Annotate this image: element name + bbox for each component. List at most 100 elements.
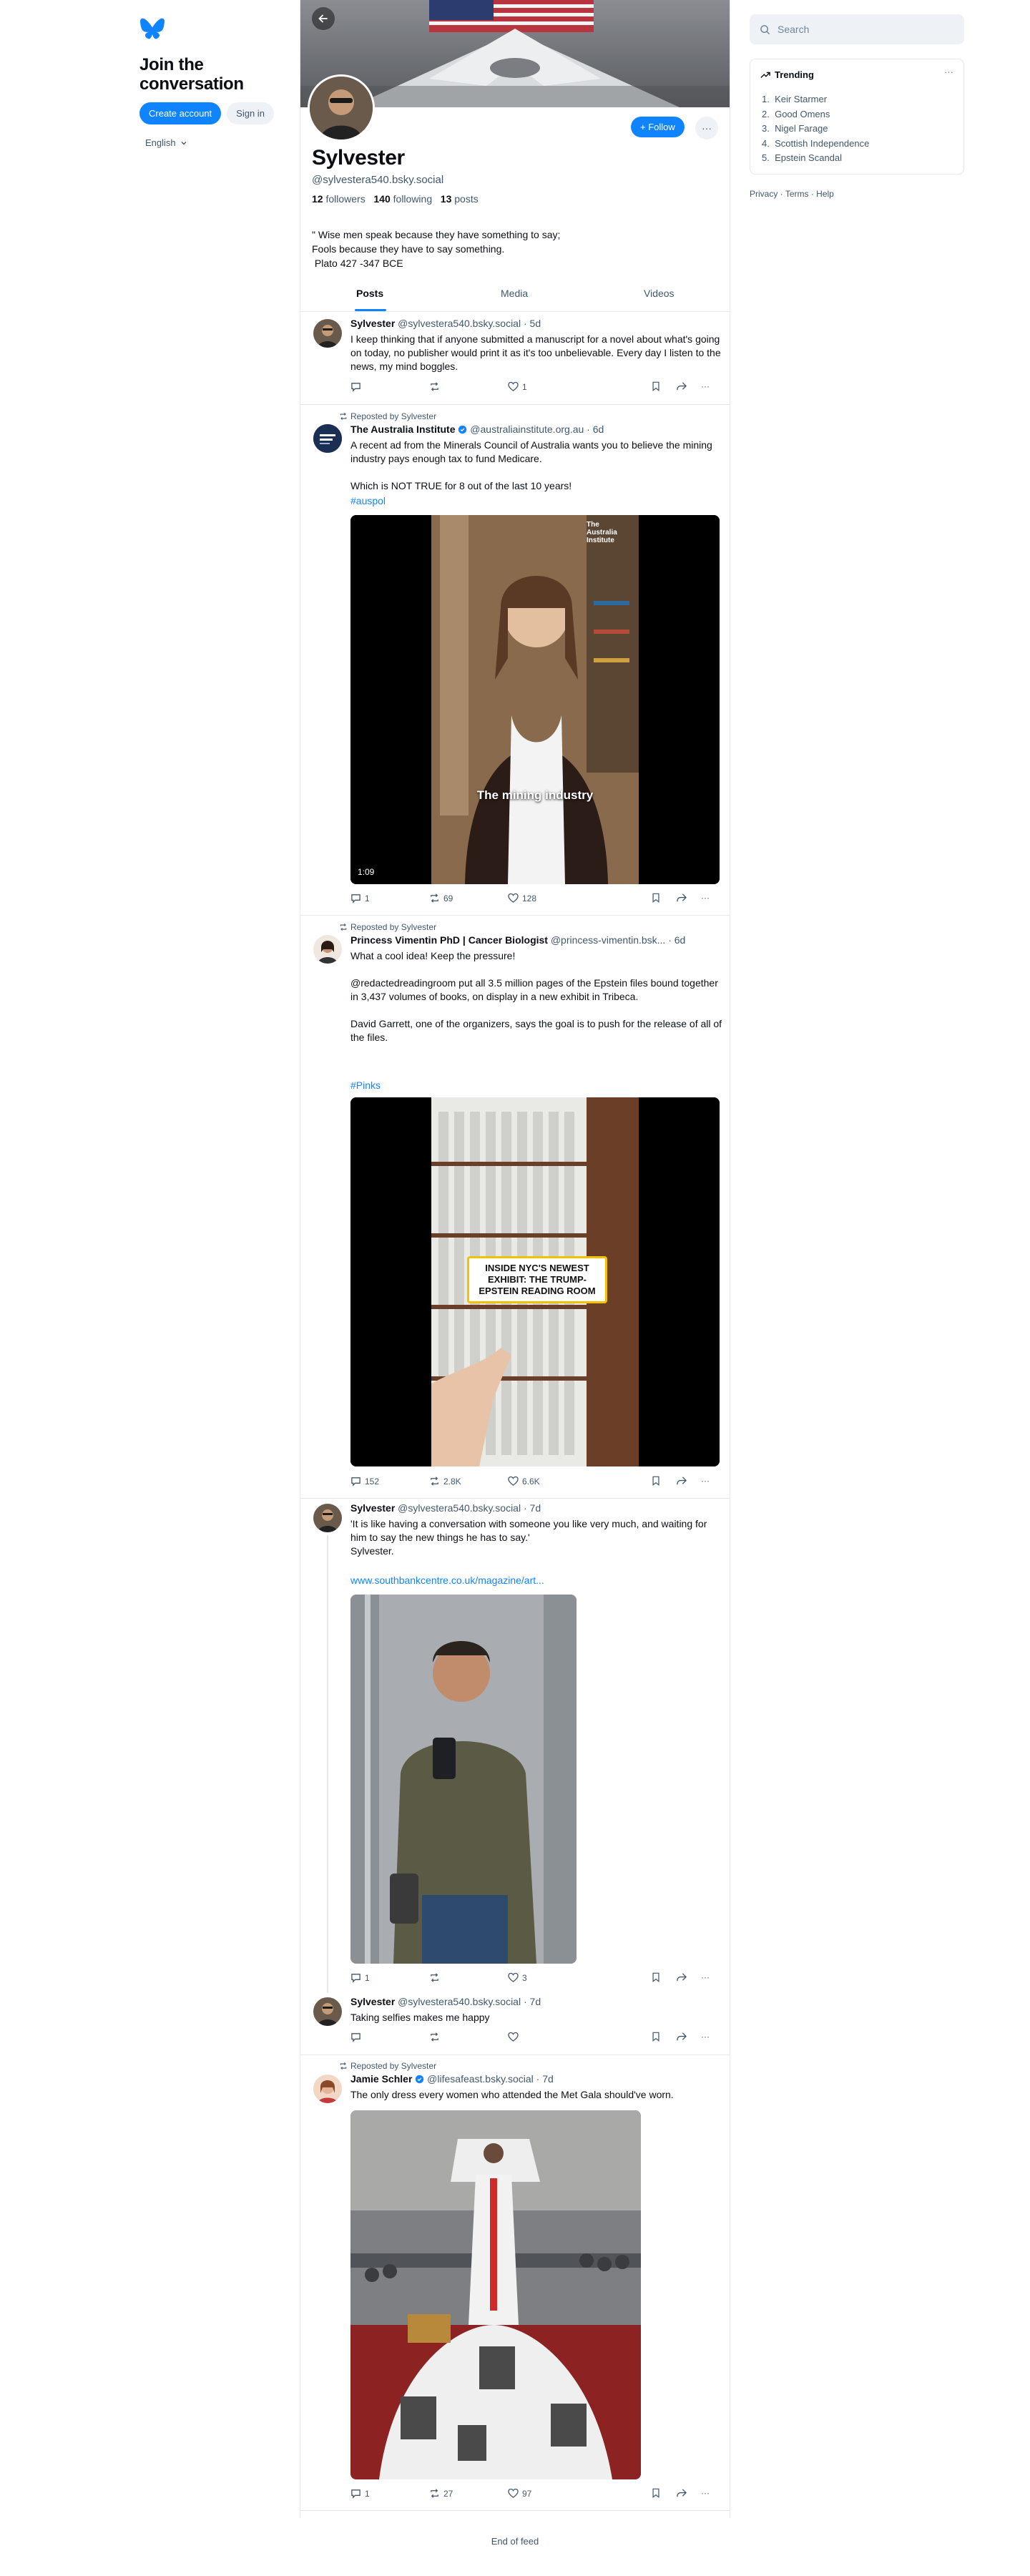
trending-item[interactable]: 2. Good Omens	[762, 107, 869, 122]
profile-avatar[interactable]	[308, 74, 375, 142]
post-more-button[interactable]: ···	[701, 1476, 710, 1486]
post-handle[interactable]: @australiainstitute.org.au	[470, 423, 584, 435]
search-input[interactable]: Search	[750, 14, 964, 44]
share-button[interactable]	[676, 2032, 687, 2042]
avatar[interactable]	[313, 935, 342, 964]
post-handle[interactable]: @sylvestera540.bsky.social	[398, 1996, 521, 2007]
like-button[interactable]	[508, 2032, 522, 2042]
video-player[interactable]: INSIDE NYC'S NEWEST EXHIBIT: THE TRUMP-E…	[350, 1097, 720, 1466]
avatar[interactable]	[313, 1504, 342, 1532]
repost-button[interactable]	[429, 2032, 443, 2042]
video-player[interactable]: The mining industry The Australia Instit…	[350, 515, 720, 884]
post-author[interactable]: Princess Vimentin PhD | Cancer Biologist	[350, 934, 548, 946]
post-more-button[interactable]: ···	[701, 2488, 710, 2498]
hashtag-link[interactable]: #auspol	[350, 494, 386, 508]
sign-in-button[interactable]: Sign in	[227, 102, 274, 124]
post-time[interactable]: · 5d	[524, 318, 541, 329]
avatar[interactable]	[313, 424, 342, 453]
post-author[interactable]: Jamie Schler	[350, 2073, 412, 2085]
post-author[interactable]: Sylvester	[350, 318, 395, 329]
post-more-button[interactable]: ···	[701, 381, 710, 391]
share-button[interactable]	[676, 1972, 687, 1983]
create-account-button[interactable]: Create account	[139, 102, 222, 124]
reply-button[interactable]	[350, 381, 365, 392]
trending-item[interactable]: 5. Epstein Scandal	[762, 151, 869, 166]
profile-more-button[interactable]: ···	[695, 117, 718, 139]
post-time[interactable]: · 7d	[524, 1996, 541, 2007]
avatar[interactable]	[313, 2075, 342, 2103]
repost-button[interactable]	[429, 381, 443, 392]
reply-button[interactable]: 1	[350, 2488, 370, 2499]
share-button[interactable]	[676, 1476, 687, 1487]
post-author[interactable]: Sylvester	[350, 1996, 395, 2007]
trending-more-button[interactable]: ···	[944, 67, 953, 77]
reply-button[interactable]: 152	[350, 1476, 379, 1487]
post-time[interactable]: · 7d	[524, 1502, 541, 1514]
trending-item[interactable]: 4. Scottish Independence	[762, 137, 869, 152]
butterfly-logo-icon[interactable]	[139, 17, 165, 40]
tab-media[interactable]: Media	[501, 288, 528, 299]
like-button[interactable]: 3	[508, 1972, 527, 1983]
tab-posts[interactable]: Posts	[356, 288, 383, 299]
ellipsis-icon: ···	[701, 2488, 710, 2498]
bookmark-button[interactable]	[651, 2032, 661, 2042]
like-button[interactable]: 6.6K	[508, 1476, 540, 1487]
post-time[interactable]: · 6d	[668, 934, 685, 946]
post-more-button[interactable]: ···	[701, 1972, 710, 1982]
tab-videos[interactable]: Videos	[644, 288, 675, 299]
bookmark-button[interactable]	[651, 893, 661, 903]
post-handle[interactable]: @sylvestera540.bsky.social	[398, 318, 521, 329]
post-more-button[interactable]: ···	[701, 2032, 710, 2042]
post-actions: 1 69 128 ···	[350, 893, 720, 906]
hashtag-link[interactable]: #Pinks	[350, 1079, 381, 1092]
post-author[interactable]: Sylvester	[350, 1502, 395, 1514]
bookmark-button[interactable]	[651, 381, 661, 391]
following-link[interactable]: 140 following	[373, 193, 432, 205]
trending-item[interactable]: 1. Keir Starmer	[762, 92, 869, 107]
avatar[interactable]	[313, 1997, 342, 2026]
like-button[interactable]: 128	[508, 893, 536, 903]
follow-button[interactable]: + Follow	[631, 117, 685, 137]
repost-button[interactable]: 2.8K	[429, 1476, 461, 1487]
post-image[interactable]	[350, 1595, 577, 1964]
repost-indicator[interactable]: Reposted by Sylvester	[339, 922, 436, 932]
post-handle[interactable]: @lifesafeast.bsky.social	[427, 2073, 534, 2085]
terms-link[interactable]: Terms	[785, 189, 809, 199]
post-handle[interactable]: @princess-vimentin.bsk...	[551, 934, 665, 946]
trending-panel: Trending ··· 1. Keir Starmer 2. Good Ome…	[750, 59, 964, 175]
help-link[interactable]: Help	[816, 189, 834, 199]
reply-button[interactable]: 1	[350, 893, 370, 903]
bookmark-button[interactable]	[651, 1476, 661, 1486]
repost-button[interactable]	[429, 1972, 443, 1983]
post-time[interactable]: · 6d	[587, 423, 604, 435]
repost-button[interactable]: 27	[429, 2488, 453, 2499]
like-button[interactable]: 97	[508, 2488, 531, 2499]
privacy-link[interactable]: Privacy	[750, 189, 778, 199]
repost-indicator[interactable]: Reposted by Sylvester	[339, 2061, 436, 2071]
bookmark-button[interactable]	[651, 1972, 661, 1982]
external-link[interactable]: www.southbankcentre.co.uk/magazine/art..…	[350, 1574, 544, 1587]
like-button[interactable]: 1	[508, 381, 527, 392]
heart-icon	[508, 2488, 519, 2498]
share-button[interactable]	[676, 381, 687, 392]
post-more-button[interactable]: ···	[701, 893, 710, 903]
back-button[interactable]	[312, 7, 335, 30]
repost-indicator[interactable]: Reposted by Sylvester	[339, 411, 436, 421]
bookmark-button[interactable]	[651, 2488, 661, 2498]
left-sidebar: Join the conversation Create account Sig…	[139, 17, 297, 148]
share-button[interactable]	[676, 2488, 687, 2499]
post-author[interactable]: The Australia Institute	[350, 423, 456, 435]
repost-button[interactable]: 69	[429, 893, 453, 903]
share-button[interactable]	[676, 893, 687, 903]
post-handle[interactable]: @sylvestera540.bsky.social	[398, 1502, 521, 1514]
reply-button[interactable]	[350, 2032, 365, 2042]
post-image[interactable]	[350, 2110, 641, 2479]
reply-button[interactable]: 1	[350, 1972, 370, 1983]
post-time[interactable]: · 7d	[536, 2073, 554, 2085]
followers-link[interactable]: 12 followers	[312, 193, 366, 205]
language-select[interactable]: English	[139, 137, 297, 148]
trending-item[interactable]: 3. Nigel Farage	[762, 122, 869, 137]
bookmark-icon	[652, 1476, 659, 1486]
avatar[interactable]	[313, 319, 342, 348]
trending-icon	[760, 72, 770, 78]
